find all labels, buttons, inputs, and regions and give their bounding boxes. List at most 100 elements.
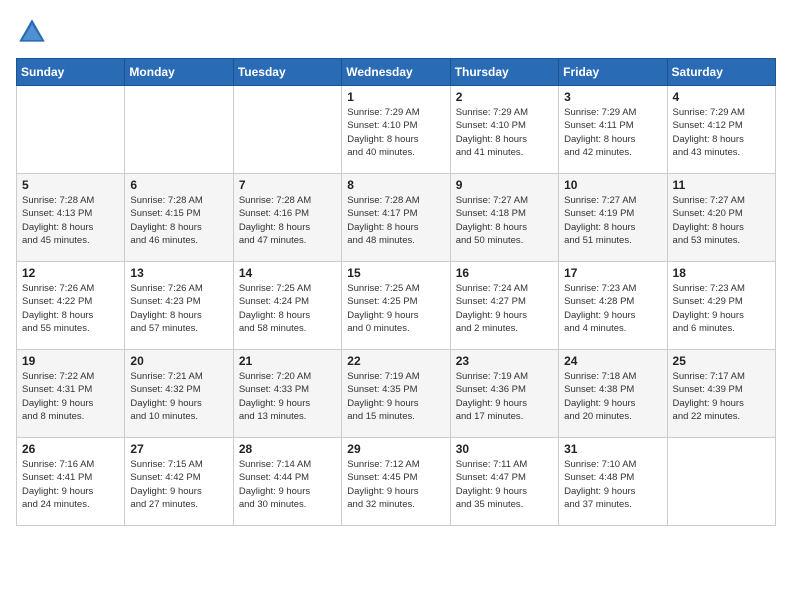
day-number: 28 xyxy=(239,442,336,456)
day-number: 29 xyxy=(347,442,444,456)
calendar-cell: 24 Sunrise: 7:18 AM Sunset: 4:38 PM Dayli… xyxy=(559,350,667,438)
weekday-header: Friday xyxy=(559,59,667,86)
day-number: 26 xyxy=(22,442,119,456)
day-number: 8 xyxy=(347,178,444,192)
calendar-cell xyxy=(17,86,125,174)
calendar-cell: 27 Sunrise: 7:15 AM Sunset: 4:42 PM Dayli… xyxy=(125,438,233,526)
day-info: Sunrise: 7:28 AM Sunset: 4:15 PM Dayligh… xyxy=(130,194,227,247)
day-info: Sunrise: 7:26 AM Sunset: 4:22 PM Dayligh… xyxy=(22,282,119,335)
calendar-table: SundayMondayTuesdayWednesdayThursdayFrid… xyxy=(16,58,776,526)
calendar-cell: 20 Sunrise: 7:21 AM Sunset: 4:32 PM Dayli… xyxy=(125,350,233,438)
calendar-cell: 16Sunrise: 7:24 AM Sunset: 4:27 PM Dayli… xyxy=(450,262,558,350)
calendar-cell xyxy=(667,438,775,526)
day-info: Sunrise: 7:28 AM Sunset: 4:17 PM Dayligh… xyxy=(347,194,444,247)
day-info: Sunrise: 7:11 AM Sunset: 4:47 PM Dayligh… xyxy=(456,458,553,511)
calendar-week-row: 12 Sunrise: 7:26 AM Sunset: 4:22 PM Dayli… xyxy=(17,262,776,350)
calendar-cell: 11 Sunrise: 7:27 AM Sunset: 4:20 PM Dayli… xyxy=(667,174,775,262)
day-number: 2 xyxy=(456,90,553,104)
day-number: 20 xyxy=(130,354,227,368)
calendar-cell: 15 Sunrise: 7:25 AM Sunset: 4:25 PM Dayli… xyxy=(342,262,450,350)
day-info: Sunrise: 7:25 AM Sunset: 4:25 PM Dayligh… xyxy=(347,282,444,335)
weekday-header: Saturday xyxy=(667,59,775,86)
day-number: 12 xyxy=(22,266,119,280)
day-info: Sunrise: 7:23 AM Sunset: 4:28 PM Dayligh… xyxy=(564,282,661,335)
weekday-header: Monday xyxy=(125,59,233,86)
day-number: 21 xyxy=(239,354,336,368)
calendar-cell: 22 Sunrise: 7:19 AM Sunset: 4:35 PM Dayli… xyxy=(342,350,450,438)
day-info: Sunrise: 7:29 AM Sunset: 4:11 PM Dayligh… xyxy=(564,106,661,159)
calendar-cell: 12 Sunrise: 7:26 AM Sunset: 4:22 PM Dayli… xyxy=(17,262,125,350)
day-info: Sunrise: 7:25 AM Sunset: 4:24 PM Dayligh… xyxy=(239,282,336,335)
day-number: 3 xyxy=(564,90,661,104)
weekday-header: Sunday xyxy=(17,59,125,86)
calendar-cell: 5Sunrise: 7:28 AM Sunset: 4:13 PM Daylig… xyxy=(17,174,125,262)
calendar-cell: 10 Sunrise: 7:27 AM Sunset: 4:19 PM Dayli… xyxy=(559,174,667,262)
calendar-cell: 6 Sunrise: 7:28 AM Sunset: 4:15 PM Daylig… xyxy=(125,174,233,262)
calendar-cell: 2 Sunrise: 7:29 AM Sunset: 4:10 PM Daylig… xyxy=(450,86,558,174)
day-info: Sunrise: 7:21 AM Sunset: 4:32 PM Dayligh… xyxy=(130,370,227,423)
day-info: Sunrise: 7:16 AM Sunset: 4:41 PM Dayligh… xyxy=(22,458,119,511)
day-number: 23 xyxy=(456,354,553,368)
day-number: 15 xyxy=(347,266,444,280)
day-info: Sunrise: 7:19 AM Sunset: 4:35 PM Dayligh… xyxy=(347,370,444,423)
calendar-cell: 29 Sunrise: 7:12 AM Sunset: 4:45 PM Dayli… xyxy=(342,438,450,526)
day-number: 13 xyxy=(130,266,227,280)
day-number: 22 xyxy=(347,354,444,368)
day-info: Sunrise: 7:10 AM Sunset: 4:48 PM Dayligh… xyxy=(564,458,661,511)
calendar-week-row: 1Sunrise: 7:29 AM Sunset: 4:10 PM Daylig… xyxy=(17,86,776,174)
day-info: Sunrise: 7:19 AM Sunset: 4:36 PM Dayligh… xyxy=(456,370,553,423)
calendar-cell: 14Sunrise: 7:25 AM Sunset: 4:24 PM Dayli… xyxy=(233,262,341,350)
day-number: 27 xyxy=(130,442,227,456)
day-info: Sunrise: 7:27 AM Sunset: 4:19 PM Dayligh… xyxy=(564,194,661,247)
calendar-cell: 23 Sunrise: 7:19 AM Sunset: 4:36 PM Dayli… xyxy=(450,350,558,438)
calendar-cell xyxy=(233,86,341,174)
weekday-header: Thursday xyxy=(450,59,558,86)
calendar-cell: 21Sunrise: 7:20 AM Sunset: 4:33 PM Dayli… xyxy=(233,350,341,438)
calendar-cell: 7 Sunrise: 7:28 AM Sunset: 4:16 PM Daylig… xyxy=(233,174,341,262)
logo-icon xyxy=(16,16,48,48)
calendar-cell: 4Sunrise: 7:29 AM Sunset: 4:12 PM Daylig… xyxy=(667,86,775,174)
calendar-cell: 25 Sunrise: 7:17 AM Sunset: 4:39 PM Dayli… xyxy=(667,350,775,438)
day-number: 10 xyxy=(564,178,661,192)
calendar-cell: 9 Sunrise: 7:27 AM Sunset: 4:18 PM Daylig… xyxy=(450,174,558,262)
day-info: Sunrise: 7:29 AM Sunset: 4:10 PM Dayligh… xyxy=(456,106,553,159)
day-info: Sunrise: 7:17 AM Sunset: 4:39 PM Dayligh… xyxy=(673,370,770,423)
day-info: Sunrise: 7:27 AM Sunset: 4:18 PM Dayligh… xyxy=(456,194,553,247)
calendar-cell: 19Sunrise: 7:22 AM Sunset: 4:31 PM Dayli… xyxy=(17,350,125,438)
day-info: Sunrise: 7:29 AM Sunset: 4:10 PM Dayligh… xyxy=(347,106,444,159)
calendar-cell: 17 Sunrise: 7:23 AM Sunset: 4:28 PM Dayli… xyxy=(559,262,667,350)
calendar-cell: 31 Sunrise: 7:10 AM Sunset: 4:48 PM Dayli… xyxy=(559,438,667,526)
calendar-cell: 13 Sunrise: 7:26 AM Sunset: 4:23 PM Dayli… xyxy=(125,262,233,350)
page-container: SundayMondayTuesdayWednesdayThursdayFrid… xyxy=(0,0,792,612)
day-number: 17 xyxy=(564,266,661,280)
calendar-week-row: 5Sunrise: 7:28 AM Sunset: 4:13 PM Daylig… xyxy=(17,174,776,262)
calendar-cell: 26 Sunrise: 7:16 AM Sunset: 4:41 PM Dayli… xyxy=(17,438,125,526)
day-number: 7 xyxy=(239,178,336,192)
day-number: 18 xyxy=(673,266,770,280)
day-number: 24 xyxy=(564,354,661,368)
calendar-cell: 30Sunrise: 7:11 AM Sunset: 4:47 PM Dayli… xyxy=(450,438,558,526)
day-number: 11 xyxy=(673,178,770,192)
day-info: Sunrise: 7:14 AM Sunset: 4:44 PM Dayligh… xyxy=(239,458,336,511)
calendar-week-row: 26 Sunrise: 7:16 AM Sunset: 4:41 PM Dayli… xyxy=(17,438,776,526)
day-info: Sunrise: 7:15 AM Sunset: 4:42 PM Dayligh… xyxy=(130,458,227,511)
calendar-cell: 28 Sunrise: 7:14 AM Sunset: 4:44 PM Dayli… xyxy=(233,438,341,526)
weekday-header: Tuesday xyxy=(233,59,341,86)
weekday-header: Wednesday xyxy=(342,59,450,86)
calendar-cell: 3 Sunrise: 7:29 AM Sunset: 4:11 PM Daylig… xyxy=(559,86,667,174)
calendar-week-row: 19Sunrise: 7:22 AM Sunset: 4:31 PM Dayli… xyxy=(17,350,776,438)
day-info: Sunrise: 7:26 AM Sunset: 4:23 PM Dayligh… xyxy=(130,282,227,335)
day-number: 25 xyxy=(673,354,770,368)
calendar-header-row: SundayMondayTuesdayWednesdayThursdayFrid… xyxy=(17,59,776,86)
day-number: 6 xyxy=(130,178,227,192)
day-info: Sunrise: 7:28 AM Sunset: 4:16 PM Dayligh… xyxy=(239,194,336,247)
day-info: Sunrise: 7:28 AM Sunset: 4:13 PM Dayligh… xyxy=(22,194,119,247)
calendar-cell: 8 Sunrise: 7:28 AM Sunset: 4:17 PM Daylig… xyxy=(342,174,450,262)
day-info: Sunrise: 7:22 AM Sunset: 4:31 PM Dayligh… xyxy=(22,370,119,423)
day-number: 9 xyxy=(456,178,553,192)
day-info: Sunrise: 7:12 AM Sunset: 4:45 PM Dayligh… xyxy=(347,458,444,511)
day-info: Sunrise: 7:27 AM Sunset: 4:20 PM Dayligh… xyxy=(673,194,770,247)
day-info: Sunrise: 7:18 AM Sunset: 4:38 PM Dayligh… xyxy=(564,370,661,423)
day-number: 31 xyxy=(564,442,661,456)
calendar-cell: 1Sunrise: 7:29 AM Sunset: 4:10 PM Daylig… xyxy=(342,86,450,174)
